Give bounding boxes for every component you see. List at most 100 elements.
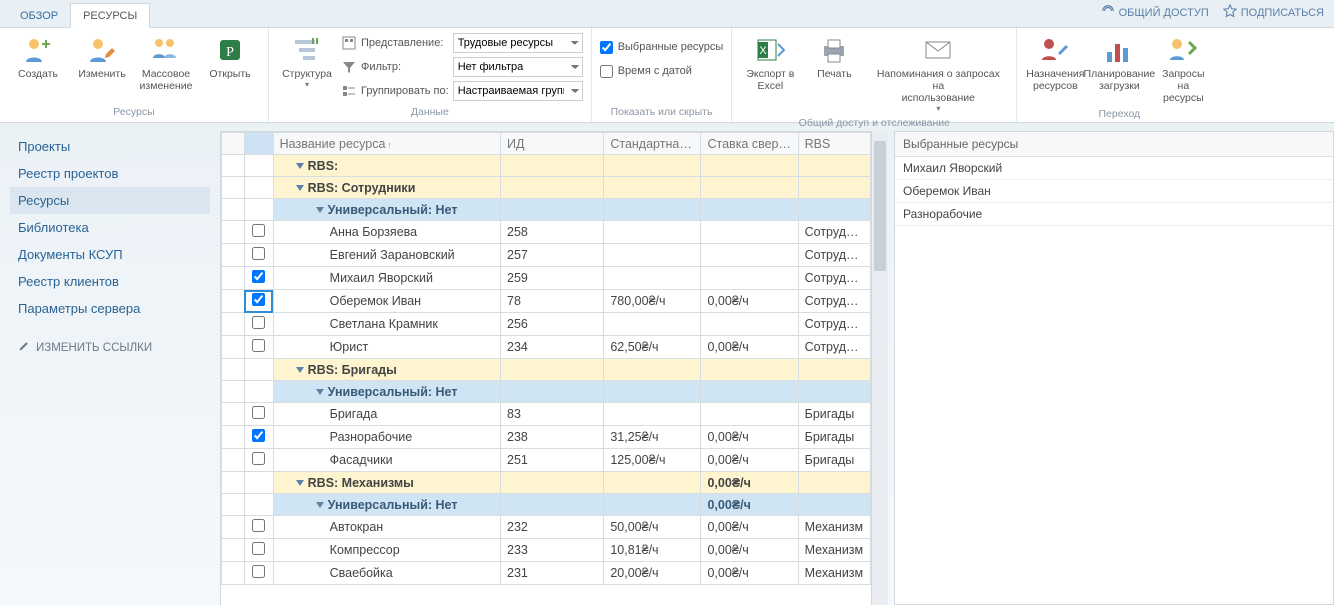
cell-name[interactable]: Сваебойка (273, 562, 500, 585)
filter-select[interactable]: Нет фильтра (453, 57, 583, 77)
group-row[interactable]: RBS: Бригады (222, 359, 871, 381)
edit-links-button[interactable]: ИЗМЕНИТЬ ССЫЛКИ (10, 330, 210, 365)
cell-id[interactable]: 234 (501, 336, 604, 359)
cell-name[interactable]: Юрист (273, 336, 500, 359)
sidebar-item-clients[interactable]: Реестр клиентов (10, 268, 210, 295)
group-row[interactable]: Универсальный: Нет (222, 381, 871, 403)
cell-rate[interactable]: 780,00₴/ч (604, 290, 701, 313)
cell-rbs[interactable]: Механизм (798, 539, 870, 562)
row-checkbox[interactable] (252, 339, 265, 352)
cell-id[interactable]: 233 (501, 539, 604, 562)
cell-over[interactable]: 0,00₴/ч (701, 449, 798, 472)
cell-name[interactable]: Компрессор (273, 539, 500, 562)
table-row[interactable]: Разнорабочие 238 31,25₴/ч 0,00₴/ч Бригад… (222, 426, 871, 449)
table-row[interactable]: Фасадчики 251 125,00₴/ч 0,00₴/ч Бригады (222, 449, 871, 472)
bulk-edit-button[interactable]: Массовое изменение (136, 32, 196, 94)
col-rate[interactable]: Стандартная ст (604, 133, 701, 155)
create-button[interactable]: Создать (8, 32, 68, 82)
view-select[interactable]: Трудовые ресурсы (453, 33, 583, 53)
sidebar-item-projects[interactable]: Проекты (10, 133, 210, 160)
cell-rbs[interactable]: Механизм (798, 562, 870, 585)
row-checkbox[interactable] (252, 270, 265, 283)
group-row[interactable]: Универсальный: Нет (222, 199, 871, 221)
cell-rate[interactable]: 20,00₴/ч (604, 562, 701, 585)
load-planning-button[interactable]: Планирование загрузки (1089, 32, 1149, 94)
row-checkbox[interactable] (252, 293, 265, 306)
cell-rbs[interactable]: Сотрудник (798, 313, 870, 336)
share-button[interactable]: ОБЩИЙ ДОСТУП (1101, 4, 1209, 21)
vertical-scrollbar[interactable] (871, 131, 888, 605)
cell-id[interactable]: 83 (501, 403, 604, 426)
table-row[interactable]: Автокран 232 50,00₴/ч 0,00₴/ч Механизм (222, 516, 871, 539)
cell-over[interactable] (701, 244, 798, 267)
col-id[interactable]: ИД (501, 133, 604, 155)
row-checkbox[interactable] (252, 224, 265, 237)
chk-time-input[interactable] (600, 65, 613, 78)
cell-over[interactable] (701, 313, 798, 336)
cell-name[interactable]: Автокран (273, 516, 500, 539)
cell-id[interactable]: 238 (501, 426, 604, 449)
export-excel-button[interactable]: X Экспорт в Excel (740, 32, 800, 94)
sidebar-item-resources[interactable]: Ресурсы (10, 187, 210, 214)
row-checkbox[interactable] (252, 542, 265, 555)
cell-rate[interactable]: 10,81₴/ч (604, 539, 701, 562)
cell-id[interactable]: 259 (501, 267, 604, 290)
cell-rate[interactable]: 50,00₴/ч (604, 516, 701, 539)
row-checkbox[interactable] (252, 429, 265, 442)
chk-time-with-date[interactable]: Время с датой (600, 60, 724, 82)
cell-over[interactable]: 0,00₴/ч (701, 290, 798, 313)
chk-selected-input[interactable] (600, 41, 613, 54)
cell-name[interactable]: Фасадчики (273, 449, 500, 472)
cell-id[interactable]: 232 (501, 516, 604, 539)
cell-over[interactable] (701, 403, 798, 426)
cell-rbs[interactable]: Бригады (798, 403, 870, 426)
cell-over[interactable]: 0,00₴/ч (701, 336, 798, 359)
cell-over[interactable]: 0,00₴/ч (701, 539, 798, 562)
cell-name[interactable]: Евгений Зарановский (273, 244, 500, 267)
row-checkbox[interactable] (252, 565, 265, 578)
cell-id[interactable]: 257 (501, 244, 604, 267)
scrollbar-thumb[interactable] (874, 141, 886, 271)
cell-name[interactable]: Разнорабочие (273, 426, 500, 449)
cell-name[interactable]: Оберемок Иван (273, 290, 500, 313)
cell-rate[interactable] (604, 244, 701, 267)
table-row[interactable]: Компрессор 233 10,81₴/ч 0,00₴/ч Механизм (222, 539, 871, 562)
cell-over[interactable] (701, 221, 798, 244)
cell-id[interactable]: 258 (501, 221, 604, 244)
cell-id[interactable]: 231 (501, 562, 604, 585)
cell-name[interactable]: Бригада (273, 403, 500, 426)
sidebar-item-docs[interactable]: Документы КСУП (10, 241, 210, 268)
col-rbs[interactable]: RBS (798, 133, 870, 155)
cell-over[interactable] (701, 267, 798, 290)
col-name[interactable]: Название ресурса↑ (273, 133, 500, 155)
col-over[interactable]: Ставка сверхур (701, 133, 798, 155)
row-checkbox[interactable] (252, 247, 265, 260)
table-row[interactable]: Анна Борзяева 258 Сотрудник (222, 221, 871, 244)
sidebar-item-server-settings[interactable]: Параметры сервера (10, 295, 210, 322)
selected-resource-item[interactable]: Разнорабочие (895, 203, 1333, 226)
cell-rbs[interactable]: Сотрудник (798, 221, 870, 244)
selected-resource-item[interactable]: Михаил Яворский (895, 157, 1333, 180)
subscribe-button[interactable]: ПОДПИСАТЬСЯ (1223, 4, 1324, 21)
cell-over[interactable]: 0,00₴/ч (701, 426, 798, 449)
cell-rate[interactable]: 62,50₴/ч (604, 336, 701, 359)
cell-rbs[interactable]: Сотрудник (798, 336, 870, 359)
edit-button[interactable]: Изменить (72, 32, 132, 82)
cell-rate[interactable]: 31,25₴/ч (604, 426, 701, 449)
sidebar-item-library[interactable]: Библиотека (10, 214, 210, 241)
cell-id[interactable]: 78 (501, 290, 604, 313)
sidebar-item-project-registry[interactable]: Реестр проектов (10, 160, 210, 187)
cell-rate[interactable] (604, 221, 701, 244)
assignments-button[interactable]: Назначения ресурсов (1025, 32, 1085, 94)
row-checkbox[interactable] (252, 519, 265, 532)
cell-rate[interactable] (604, 403, 701, 426)
cell-id[interactable]: 251 (501, 449, 604, 472)
table-row[interactable]: Михаил Яворский 259 Сотрудник (222, 267, 871, 290)
table-row[interactable]: Оберемок Иван 78 780,00₴/ч 0,00₴/ч Сотру… (222, 290, 871, 313)
cell-name[interactable]: Анна Борзяева (273, 221, 500, 244)
cell-rate[interactable] (604, 267, 701, 290)
row-checkbox[interactable] (252, 406, 265, 419)
col-checkbox[interactable] (244, 133, 273, 155)
cell-name[interactable]: Михаил Яворский (273, 267, 500, 290)
group-select[interactable]: Настраиваемая групп (453, 81, 583, 101)
